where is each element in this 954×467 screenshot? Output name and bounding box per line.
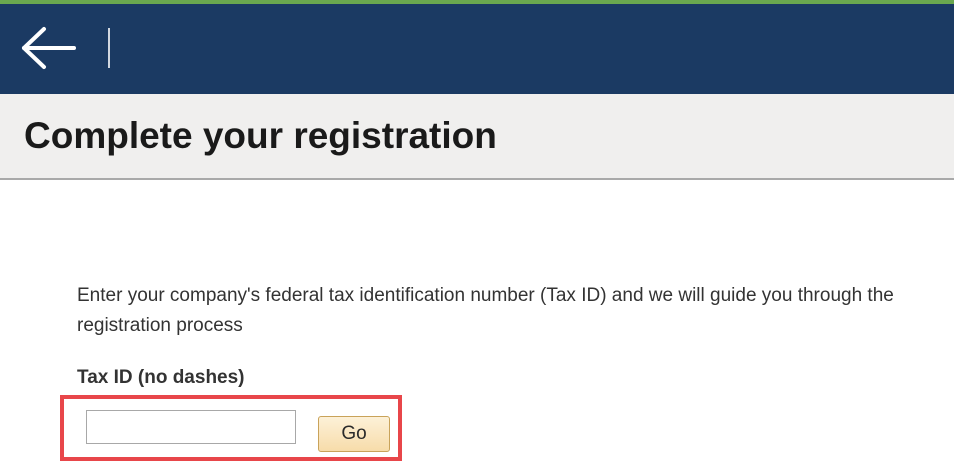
- header-divider: [108, 28, 110, 68]
- registration-instructions: Enter your company's federal tax identif…: [77, 285, 894, 336]
- top-navigation-bar: [0, 4, 954, 94]
- page-title: Complete your registration: [24, 115, 497, 156]
- tax-id-label: Tax ID (no dashes): [77, 367, 245, 388]
- go-button[interactable]: Go: [318, 416, 390, 452]
- page-title-band: Complete your registration: [0, 94, 954, 180]
- arrow-left-icon: [22, 27, 76, 69]
- back-button[interactable]: [20, 26, 78, 70]
- tax-id-input[interactable]: [86, 410, 296, 444]
